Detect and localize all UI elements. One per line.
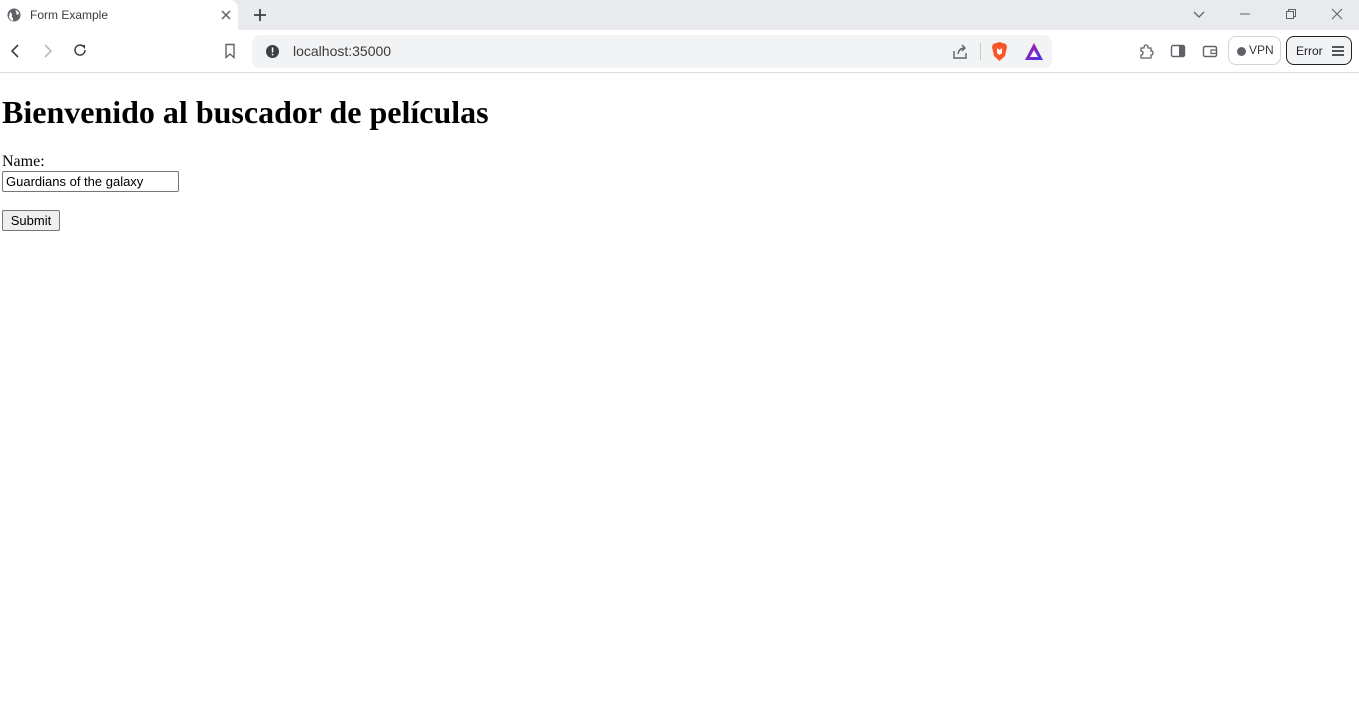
page-title: Bienvenido al buscador de películas: [2, 94, 489, 130]
globe-icon: [7, 8, 21, 22]
tab-title: Form Example: [30, 8, 109, 22]
new-tab-icon[interactable]: [251, 6, 269, 24]
submit-button[interactable]: Submit: [2, 210, 60, 231]
extensions-icon[interactable]: [1137, 42, 1155, 60]
wallet-icon[interactable]: [1201, 42, 1219, 60]
share-icon[interactable]: [951, 43, 969, 61]
address-bar-divider: [980, 43, 981, 60]
vpn-status-icon: [1237, 47, 1246, 56]
error-label: Error: [1296, 44, 1323, 58]
forward-icon[interactable]: [38, 42, 56, 60]
vpn-button[interactable]: VPN: [1228, 36, 1281, 65]
sidebar-icon[interactable]: [1169, 42, 1187, 60]
reload-icon[interactable]: [71, 41, 89, 59]
hamburger-menu-icon: [1332, 46, 1344, 56]
name-label: Name:: [2, 153, 45, 170]
site-info-icon[interactable]: [265, 44, 280, 59]
tab-search-chevron-icon[interactable]: [1191, 6, 1207, 22]
tab-strip: Form Example: [0, 0, 1359, 30]
address-bar[interactable]: localhost:35000: [252, 35, 1052, 68]
url-text[interactable]: localhost:35000: [293, 43, 391, 59]
close-tab-icon[interactable]: [219, 8, 233, 22]
tab-form-example[interactable]: Form Example: [0, 0, 238, 30]
page-content: Bienvenido al buscador de películas Name…: [0, 74, 1359, 717]
brave-rewards-icon[interactable]: [1024, 42, 1044, 61]
vpn-label: VPN: [1249, 43, 1274, 57]
brave-shields-icon[interactable]: [990, 41, 1009, 62]
browser-toolbar: localhost:35000 VPN Error: [0, 30, 1359, 73]
restore-icon[interactable]: [1283, 6, 1299, 22]
error-menu-button[interactable]: Error: [1286, 36, 1352, 65]
back-icon[interactable]: [7, 42, 25, 60]
name-input[interactable]: [2, 171, 179, 192]
close-window-icon[interactable]: [1329, 6, 1345, 22]
bookmark-icon[interactable]: [221, 42, 239, 60]
minimize-icon[interactable]: [1237, 6, 1253, 22]
